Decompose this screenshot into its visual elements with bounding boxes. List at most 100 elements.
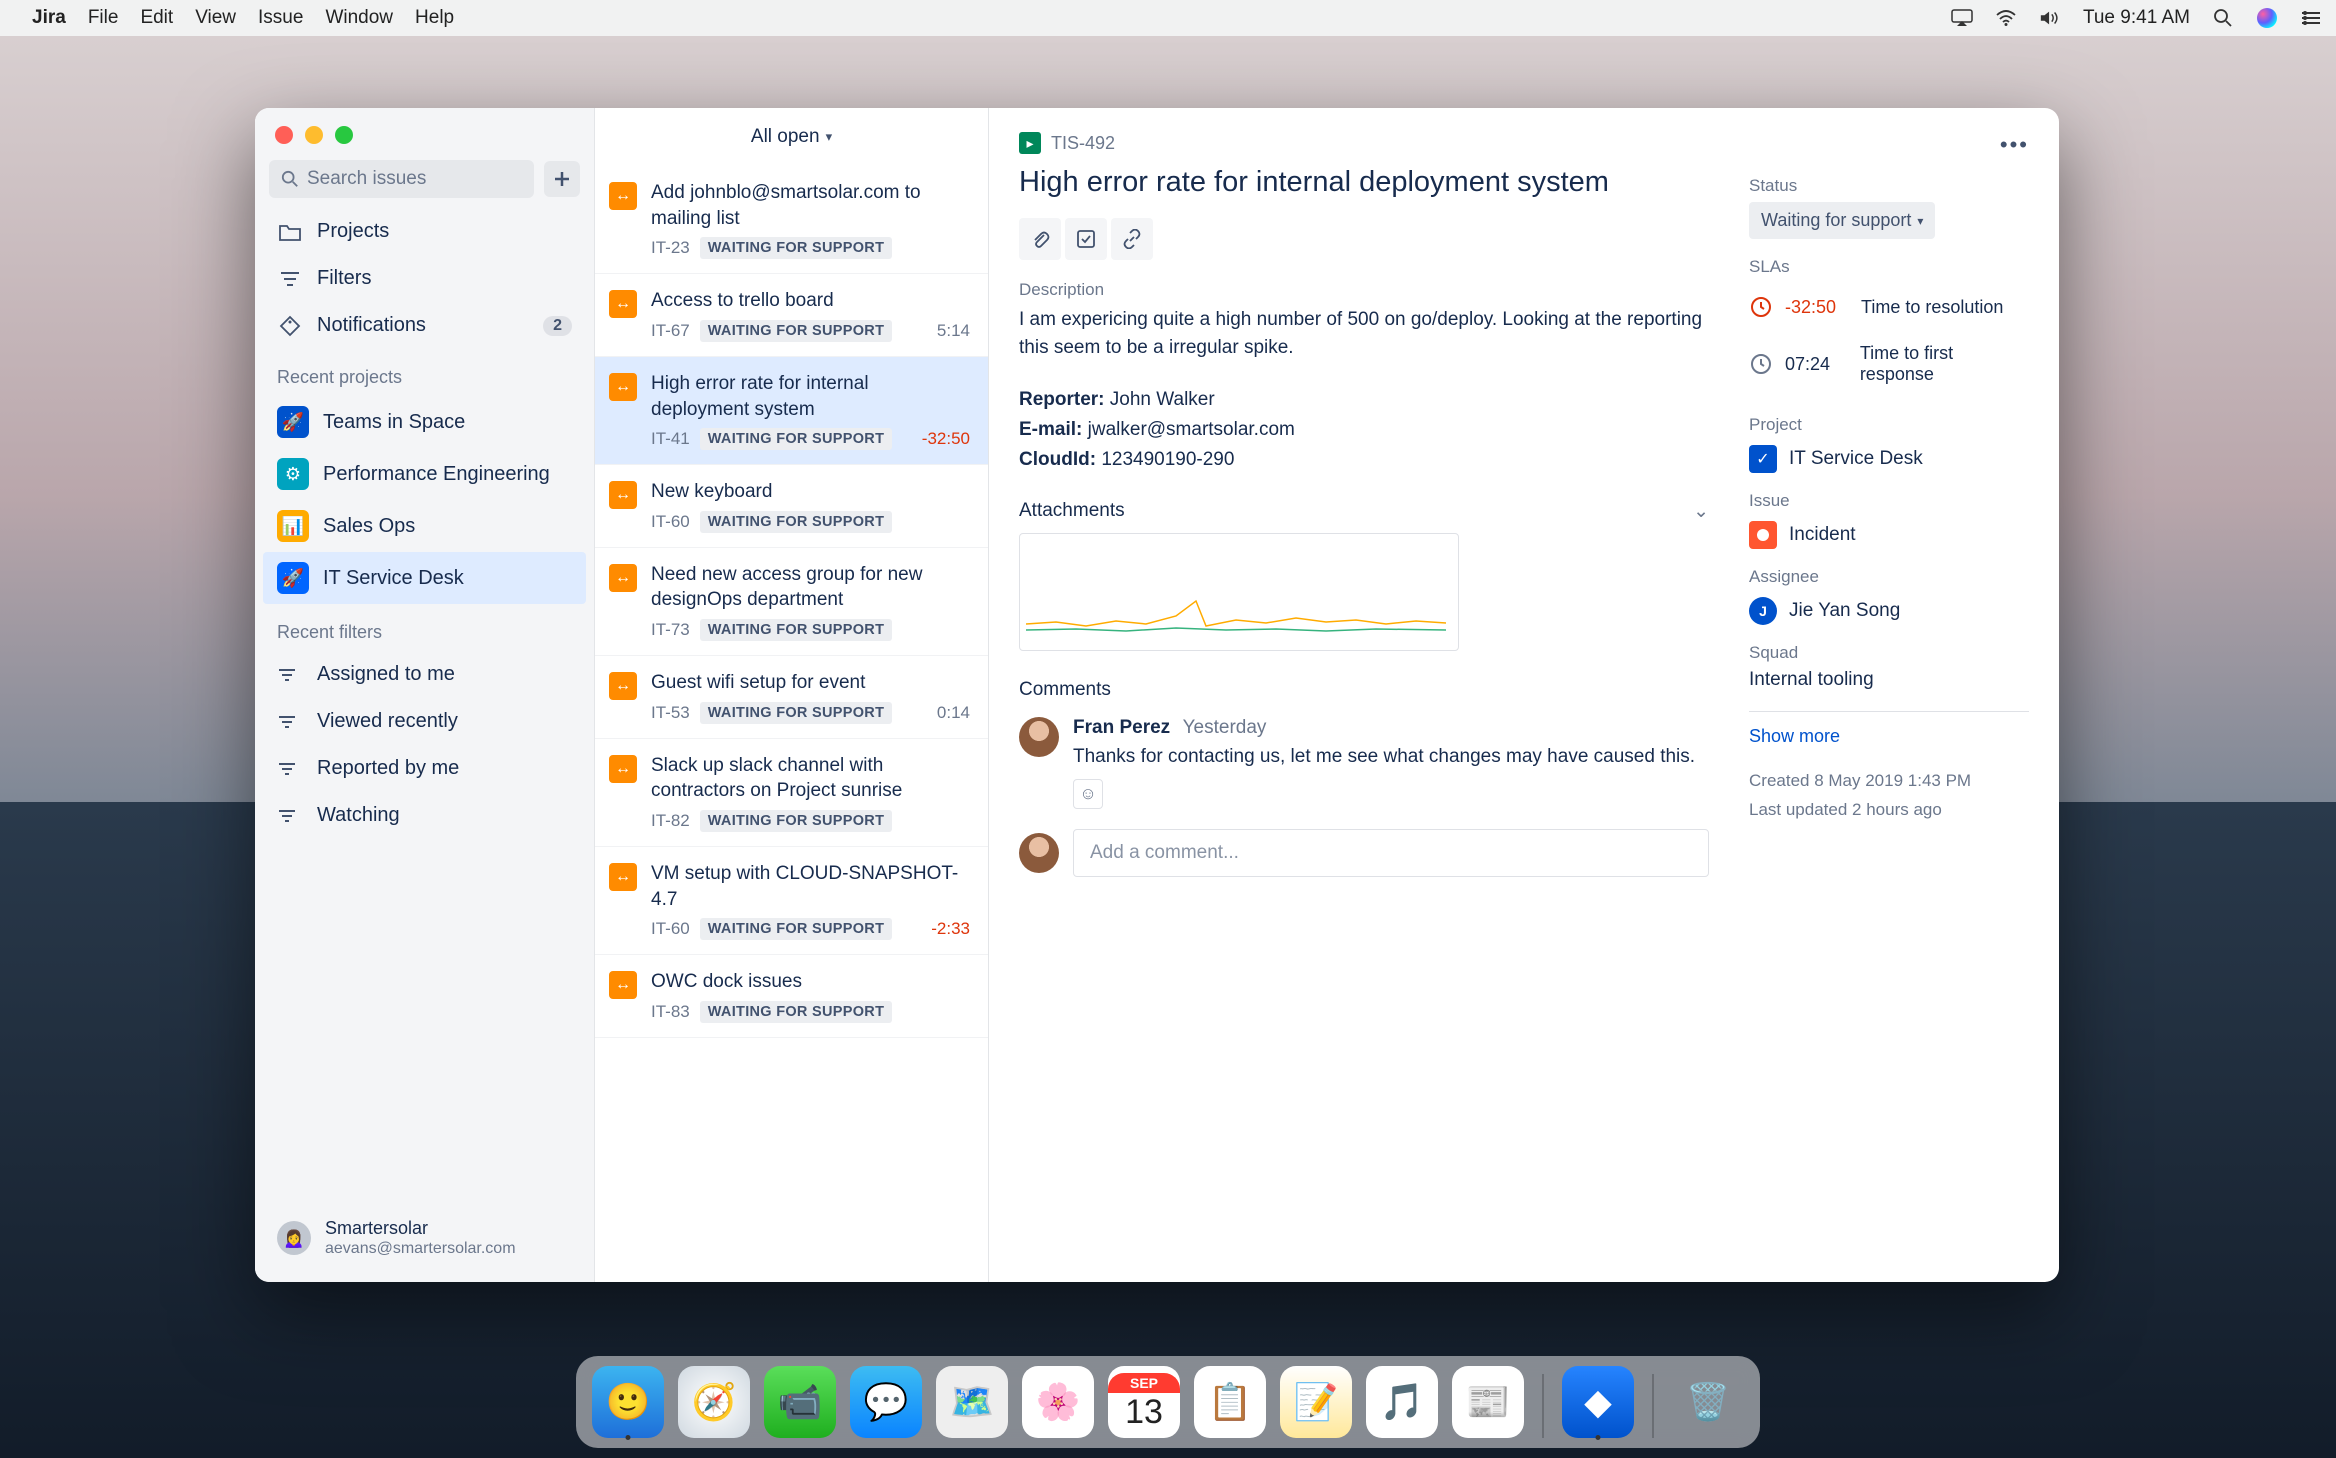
dock-photos[interactable]: 🌸	[1022, 1366, 1094, 1438]
menu-edit[interactable]: Edit	[140, 7, 173, 29]
menu-file[interactable]: File	[88, 7, 119, 29]
issue-type-icon: ↔	[609, 971, 637, 999]
updated-meta: Last updated 2 hours ago	[1749, 796, 2029, 825]
create-issue-button[interactable]	[544, 161, 580, 197]
sidebar-filter-item[interactable]: Assigned to me	[255, 651, 594, 698]
subtask-button[interactable]	[1065, 218, 1107, 260]
siri-icon[interactable]	[2256, 7, 2278, 29]
nav-filters-label: Filters	[317, 267, 371, 290]
more-actions-button[interactable]: •••	[2000, 132, 2029, 158]
project-label: Sales Ops	[323, 515, 415, 538]
filter-icon	[277, 808, 301, 824]
menu-help[interactable]: Help	[415, 7, 454, 29]
dock-music[interactable]: 🎵	[1366, 1366, 1438, 1438]
issue-list-item[interactable]: ↔New keyboardIT-60WAITING FOR SUPPORT	[595, 465, 988, 548]
add-comment-input[interactable]	[1073, 829, 1709, 877]
comment-avatar	[1019, 717, 1059, 757]
issue-list-item[interactable]: ↔OWC dock issuesIT-83WAITING FOR SUPPORT	[595, 955, 988, 1038]
sidebar-user[interactable]: 🙍‍♀️ Smartersolar aevans@smartersolar.co…	[255, 1200, 594, 1282]
spotlight-icon[interactable]	[2212, 7, 2234, 29]
chart-sparkline-icon	[1026, 596, 1446, 636]
issue-list-item[interactable]: ↔Slack up slack channel with contractors…	[595, 739, 988, 847]
issue-type-icon: ↔	[609, 863, 637, 891]
status-dropdown[interactable]: Waiting for support ▾	[1749, 202, 1935, 239]
dock-trash[interactable]: 🗑️	[1672, 1366, 1744, 1438]
clock-icon	[1749, 295, 1773, 319]
attachment-thumbnail[interactable]	[1019, 533, 1459, 651]
status-value: Waiting for support	[1761, 210, 1911, 231]
dock-finder[interactable]: 🙂	[592, 1366, 664, 1438]
dock-facetime[interactable]: 📹	[764, 1366, 836, 1438]
sidebar-project-item[interactable]: 📊 Sales Ops	[255, 500, 594, 552]
menu-issue[interactable]: Issue	[258, 7, 303, 29]
sidebar-project-item[interactable]: 🚀Teams in Space	[255, 396, 594, 448]
control-center-icon[interactable]	[2300, 7, 2322, 29]
issue-list-item[interactable]: ↔Access to trello boardIT-67WAITING FOR …	[595, 274, 988, 357]
link-button[interactable]	[1111, 218, 1153, 260]
issue-list-item[interactable]: ↔Add johnblo@smartsolar.com to mailing l…	[595, 166, 988, 274]
sidebar-project-item[interactable]: 🚀IT Service Desk	[263, 552, 586, 604]
attach-button[interactable]	[1019, 218, 1061, 260]
dock-calendar[interactable]: SEP13	[1108, 1366, 1180, 1438]
app-menu[interactable]: Jira	[32, 7, 66, 29]
slas-label: SLAs	[1749, 257, 2029, 277]
nav-projects[interactable]: Projects	[255, 208, 594, 255]
issue-type-row[interactable]: Incident	[1749, 517, 2029, 549]
calendar-day: 13	[1125, 1393, 1163, 1432]
dock-notes[interactable]: 📝	[1280, 1366, 1352, 1438]
react-button[interactable]: ☺	[1073, 779, 1103, 809]
issue-time: -2:33	[931, 919, 970, 939]
description-label: Description	[1019, 280, 1709, 300]
issue-list-item[interactable]: ↔VM setup with CLOUD-SNAPSHOT-4.7IT-60WA…	[595, 847, 988, 955]
project-value-row[interactable]: ✓ IT Service Desk	[1749, 441, 2029, 473]
dock-maps[interactable]: 🗺️	[936, 1366, 1008, 1438]
dock-jira[interactable]: ◆	[1562, 1366, 1634, 1438]
issue-title: Need new access group for new designOps …	[651, 562, 970, 613]
issue-list-filter[interactable]: All open ▾	[595, 108, 988, 166]
issue-list-filter-label: All open	[751, 126, 820, 148]
sidebar-project-item[interactable]: ⚙Performance Engineering	[255, 448, 594, 500]
project-icon: 📊	[277, 510, 309, 542]
sidebar-filter-item[interactable]: Viewed recently	[255, 698, 594, 745]
sla-time-value: 07:24	[1785, 354, 1848, 375]
nav-notifications-label: Notifications	[317, 314, 426, 337]
issue-list-item[interactable]: ↔Need new access group for new designOps…	[595, 548, 988, 656]
attachments-header[interactable]: Attachments ⌄	[1019, 500, 1709, 523]
menu-window[interactable]: Window	[325, 7, 393, 29]
dock-news[interactable]: 📰	[1452, 1366, 1524, 1438]
dock-safari[interactable]: 🧭	[678, 1366, 750, 1438]
airplay-icon[interactable]	[1951, 7, 1973, 29]
volume-icon[interactable]	[2039, 7, 2061, 29]
search-issues-input[interactable]: Search issues	[269, 160, 534, 198]
issue-list-item[interactable]: ↔Guest wifi setup for eventIT-53WAITING …	[595, 656, 988, 739]
issue-list-item[interactable]: ↔High error rate for internal deployment…	[595, 357, 988, 465]
jira-window: Search issues Projects Filters Notificat…	[255, 108, 2059, 1282]
sidebar-filter-item[interactable]: Reported by me	[255, 745, 594, 792]
wifi-icon[interactable]	[1995, 7, 2017, 29]
sidebar-filter-item[interactable]: Watching	[255, 792, 594, 839]
nav-filters[interactable]: Filters	[255, 255, 594, 302]
zoom-window-button[interactable]	[335, 126, 353, 144]
show-more-link[interactable]: Show more	[1749, 726, 2029, 747]
filter-label: Assigned to me	[317, 663, 455, 686]
dock-reminders[interactable]: 📋	[1194, 1366, 1266, 1438]
issue-key[interactable]: TIS-492	[1051, 133, 1115, 154]
reporter-label: Reporter:	[1019, 389, 1105, 410]
menu-view[interactable]: View	[195, 7, 236, 29]
recent-filters-label: Recent filters	[255, 604, 594, 651]
close-window-button[interactable]	[275, 126, 293, 144]
menubar-clock[interactable]: Tue 9:41 AM	[2083, 7, 2190, 29]
sla-first-response: 07:24 Time to first response	[1749, 331, 2029, 397]
minimize-window-button[interactable]	[305, 126, 323, 144]
issue-key: IT-83	[651, 1002, 690, 1022]
squad-value: Internal tooling	[1749, 669, 2029, 691]
nav-notifications[interactable]: Notifications 2	[255, 302, 594, 349]
notifications-badge: 2	[543, 316, 572, 336]
assignee-row[interactable]: J Jie Yan Song	[1749, 593, 2029, 625]
issue-status: WAITING FOR SUPPORT	[700, 237, 892, 259]
filter-icon	[277, 714, 301, 730]
comment-date: Yesterday	[1183, 717, 1267, 738]
calendar-month: SEP	[1108, 1373, 1180, 1393]
dock-messages[interactable]: 💬	[850, 1366, 922, 1438]
project-label: Performance Engineering	[323, 463, 550, 486]
